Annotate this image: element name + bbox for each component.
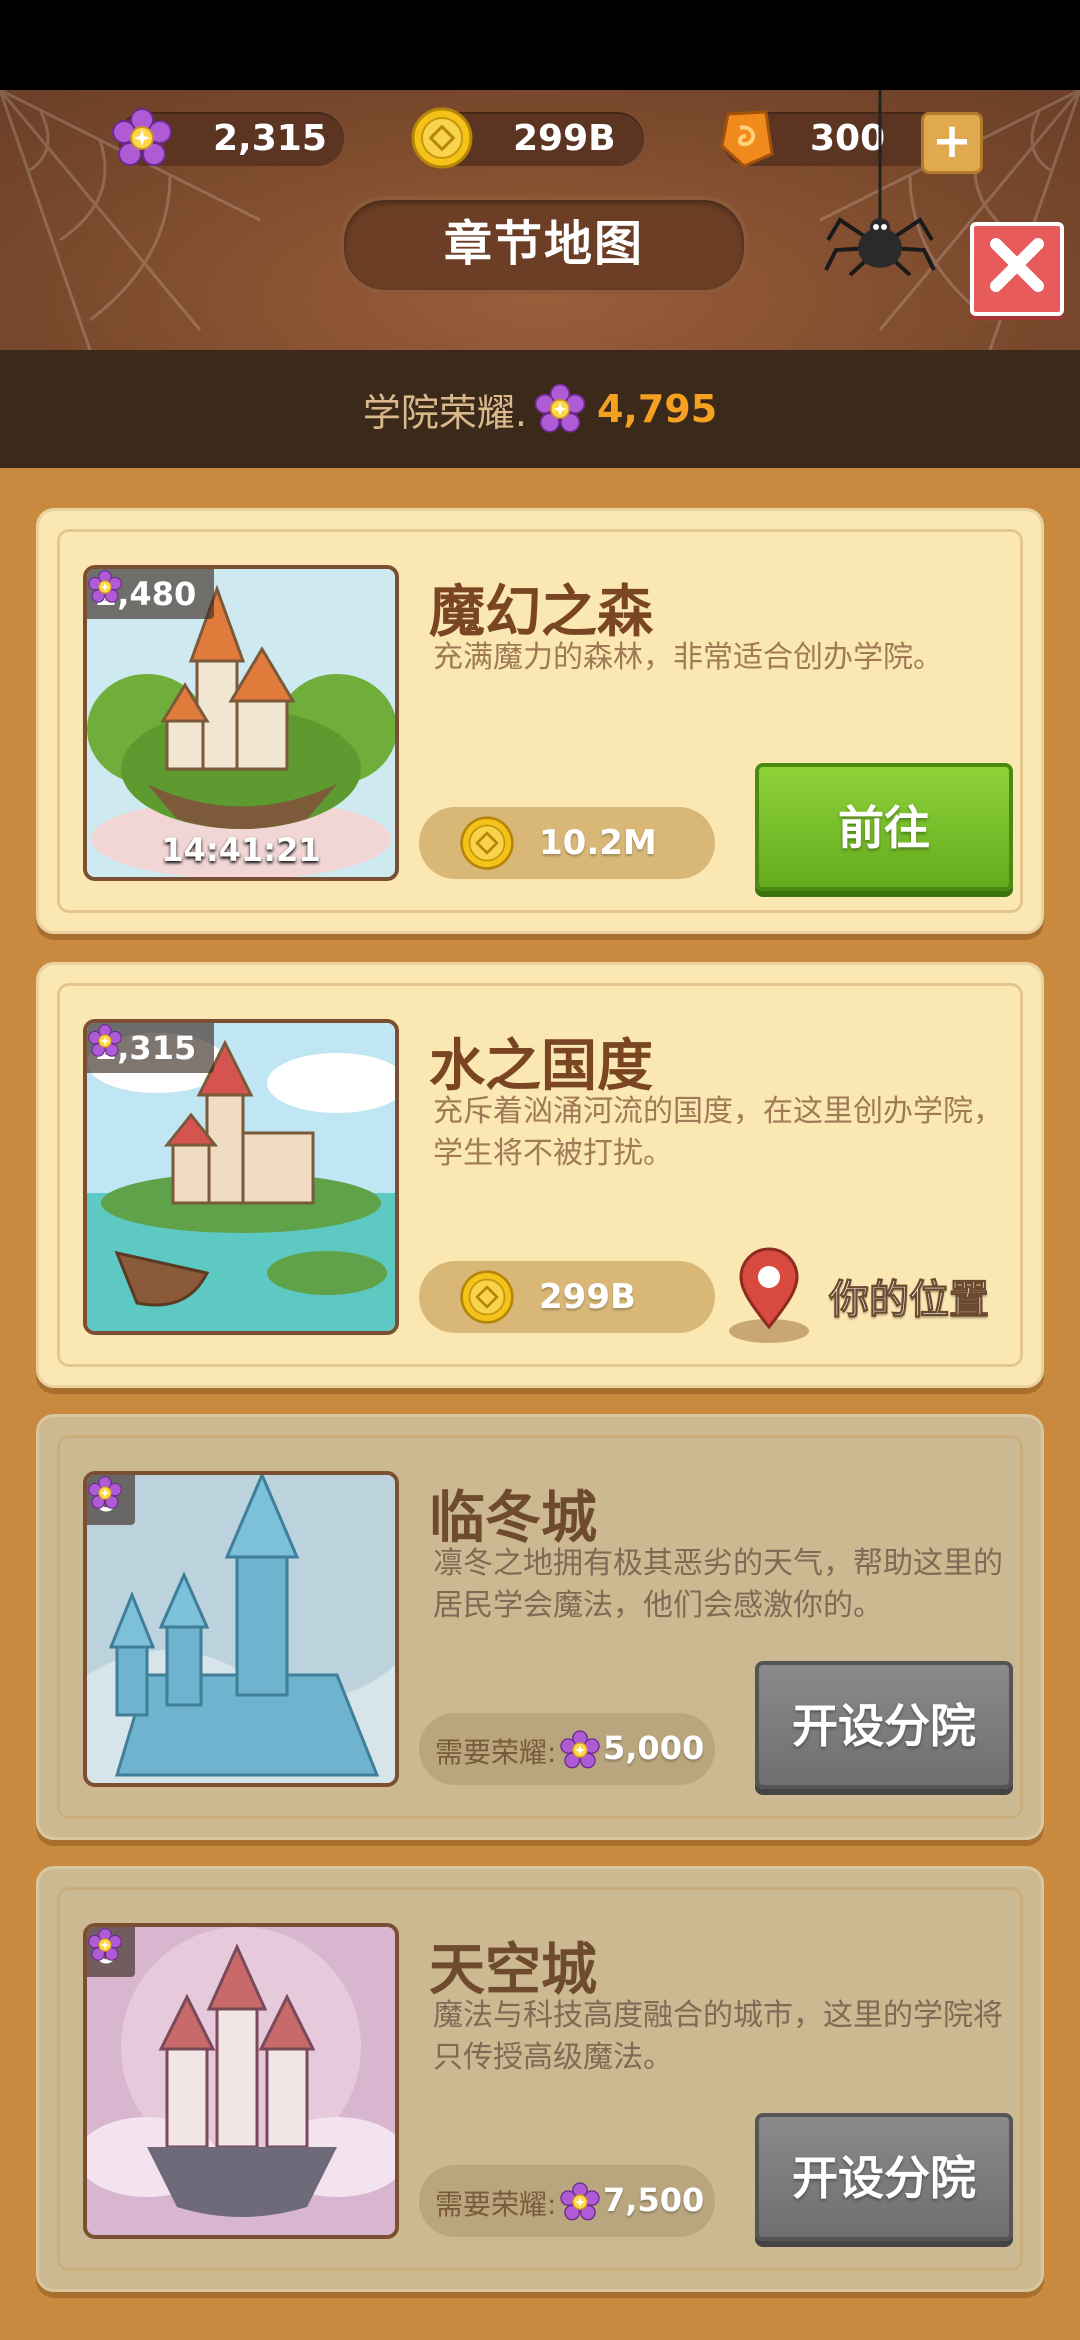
spider-icon <box>824 90 936 277</box>
coin-counter: 299B <box>418 112 644 166</box>
honor-value: 4,795 <box>596 387 718 431</box>
chapter-thumbnail: 0 <box>83 1471 399 1787</box>
academy-honor-bar: 学院荣耀. 4,795 <box>0 350 1080 468</box>
chapter-thumbnail: 2,315 <box>83 1019 399 1335</box>
go-button[interactable]: 前往 <box>755 763 1013 891</box>
chapter-list: 2,480 14:41:21 魔幻之森 充满魔力的森林，非常适合创办学院。 10… <box>0 468 1080 2340</box>
your-location-label: 你的位置 <box>829 1277 990 1324</box>
chapter-description: 魔法与科技高度融合的城市，这里的学院将只传授高级魔法。 <box>433 1998 1003 2075</box>
chapter-thumbnail: 0 <box>83 1923 399 2239</box>
chapter-description: 充斥着汹涌河流的国度，在这里创办学院，学生将不被打扰。 <box>433 1094 1003 1171</box>
open-branch-button[interactable]: 开设分院 <box>755 2113 1013 2241</box>
flower-count: 2,315 <box>213 118 327 159</box>
gem-icon <box>714 106 778 170</box>
chapter-description: 充满魔力的森林，非常适合创办学院。 <box>433 640 943 675</box>
flower-icon <box>87 1475 123 1511</box>
page-title: 章节地图 <box>340 196 748 294</box>
requirement-value: 5,000 <box>603 1729 705 1767</box>
chapter-cost-value: 299B <box>539 1277 636 1317</box>
honor-label: 学院荣耀. <box>362 390 527 435</box>
flower-counter: 2,315 <box>118 112 344 166</box>
chapter-title: 天空城 <box>429 1938 597 2003</box>
coin-icon <box>459 1269 515 1325</box>
open-branch-button[interactable]: 开设分院 <box>755 1661 1013 1789</box>
chapter-card-water-kingdom: 2,315 水之国度 充斥着汹涌河流的国度，在这里创办学院，学生将不被打扰。 2… <box>36 962 1044 1388</box>
chapter-requirement: 需要荣耀: 5,000 <box>419 1713 715 1785</box>
requirement-value: 7,500 <box>603 2181 705 2219</box>
coin-count: 299B <box>513 118 616 159</box>
coin-icon <box>410 106 474 170</box>
flower-icon <box>87 1023 123 1059</box>
close-icon <box>990 238 1044 292</box>
chapter-cost: 10.2M <box>419 807 715 879</box>
chapter-card-magic-forest: 2,480 14:41:21 魔幻之森 充满魔力的森林，非常适合创办学院。 10… <box>36 508 1044 934</box>
chapter-honor-badge: 0 <box>87 1927 136 1977</box>
requirement-label: 需要荣耀: <box>435 2188 557 2221</box>
chapter-honor-badge: 0 <box>87 1475 136 1525</box>
flower-icon <box>87 569 123 605</box>
chapter-cost-value: 10.2M <box>539 823 657 863</box>
flower-icon <box>559 1729 601 1771</box>
flower-icon <box>533 382 587 436</box>
chapter-requirement: 需要荣耀: 7,500 <box>419 2165 715 2237</box>
chapter-title: 魔幻之森 <box>429 580 653 645</box>
chapter-timer: 14:41:21 <box>161 831 321 869</box>
chapter-card-winterfell: 0 临冬城 凛冬之地拥有极其恶劣的天气，帮助这里的居民学会魔法，他们会感激你的。… <box>36 1414 1044 1840</box>
chapter-description: 凛冬之地拥有极其恶劣的天气，帮助这里的居民学会魔法，他们会感激你的。 <box>433 1546 1003 1623</box>
status-bar <box>0 0 1080 90</box>
chapter-thumbnail: 2,480 14:41:21 <box>83 565 399 881</box>
close-button[interactable] <box>970 222 1064 316</box>
flower-icon <box>87 1927 123 1963</box>
chapter-honor-badge: 2,315 <box>87 1023 215 1073</box>
chapter-title: 水之国度 <box>429 1034 653 1099</box>
chapter-title: 临冬城 <box>429 1486 597 1551</box>
chapter-card-sky-city: 0 天空城 魔法与科技高度融合的城市，这里的学院将只传授高级魔法。 需要荣耀: … <box>36 1866 1044 2292</box>
coin-icon <box>459 815 515 871</box>
flower-icon <box>110 106 174 170</box>
flower-icon <box>559 2181 601 2223</box>
requirement-label: 需要荣耀: <box>435 1736 557 1769</box>
chapter-cost: 299B <box>419 1261 715 1333</box>
location-pin-icon <box>729 1247 809 1343</box>
chapter-honor-badge: 2,480 <box>87 569 215 619</box>
